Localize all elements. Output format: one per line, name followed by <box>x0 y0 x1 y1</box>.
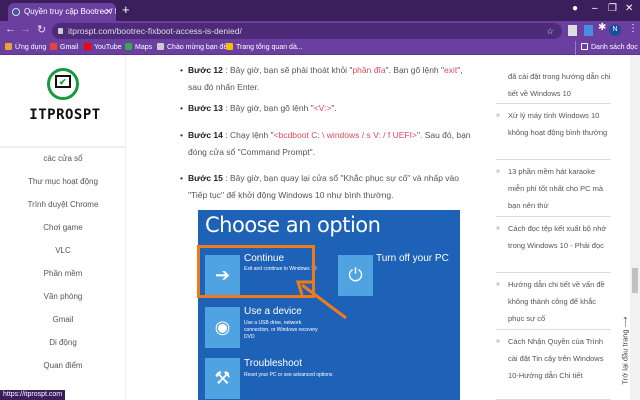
step-text: : Bây giờ, bạn quay lại cửa sổ "Khắc phụ… <box>188 173 459 200</box>
nav-item[interactable]: Di động <box>0 338 126 347</box>
translate-extension-icon[interactable] <box>584 25 593 36</box>
nav-item[interactable]: Gmail <box>0 315 126 324</box>
bookmark-star-icon[interactable]: ☆ <box>546 23 554 39</box>
step-label: Bước 13 <box>188 103 223 113</box>
chevron-right-icon: » <box>496 112 500 119</box>
profile-menu-icon[interactable]: ● <box>572 3 578 14</box>
step-item: Bước 14 : Chạy lệnh "<bcdboot C: \ windo… <box>180 127 473 161</box>
lock-icon <box>58 28 63 34</box>
minimize-button[interactable]: – <box>592 3 598 14</box>
arrow-up-icon: ⟶ <box>620 316 630 328</box>
choose-option-image: Choose an option ➔ Continue Exit and con… <box>198 210 460 400</box>
nav-item[interactable]: VLC <box>0 246 126 255</box>
step-text: ". Bạn gõ lệnh " <box>385 65 445 75</box>
bookmark-maps[interactable]: Maps <box>125 41 152 55</box>
chevron-right-icon: » <box>496 338 500 345</box>
related-article-link[interactable]: đã cài đặt trong hướng dẫn chi tiết về W… <box>496 55 611 104</box>
avatar[interactable]: N <box>609 24 621 36</box>
step-label: Bước 12 <box>188 65 223 75</box>
menu-icon[interactable]: ⋮ <box>628 23 638 34</box>
orange-arrow-icon <box>295 280 347 320</box>
nav-item[interactable]: Thư mục hoạt động <box>0 177 126 186</box>
command-text: exit <box>444 65 458 75</box>
extension-icon[interactable] <box>568 25 577 36</box>
nav-item[interactable]: Phần mềm <box>0 269 126 278</box>
puzzle-extensions-icon[interactable]: ✱ <box>598 22 606 33</box>
bookmark-dashboard[interactable]: Trang tổng quan dà... <box>226 41 303 55</box>
back-to-top-link[interactable]: Trở lại đầu trang ⟶ <box>621 315 630 385</box>
new-tab-button[interactable]: + <box>122 2 130 17</box>
chevron-right-icon: » <box>496 281 500 288</box>
reload-icon[interactable]: ↻ <box>37 23 46 36</box>
reading-list-icon <box>581 43 588 50</box>
scrollbar[interactable] <box>630 55 640 400</box>
nav-item[interactable]: Văn phòng <box>0 292 126 301</box>
scrollbar-thumb[interactable] <box>632 268 638 293</box>
nav-item[interactable]: Trình duyệt Chrome <box>0 200 126 209</box>
reading-list-button[interactable]: Danh sách đọc <box>575 41 638 55</box>
back-icon[interactable]: ← <box>5 23 16 35</box>
related-article-link[interactable]: » Xử lý máy tính Windows 10 không hoạt độ… <box>496 107 611 160</box>
chevron-right-icon: » <box>496 225 500 232</box>
step-label: Bước 15 <box>188 173 223 183</box>
related-article-link[interactable]: » Cách Nhận Quyền của Trình cài đặt Tin c… <box>496 333 611 400</box>
bookmark-apps[interactable]: Ứng dụng <box>5 41 46 55</box>
maps-icon <box>125 43 132 50</box>
apps-icon <box>5 43 12 50</box>
page-icon <box>157 43 164 50</box>
step-item: Bước 13 : Bây giờ, bạn gõ lệnh "<V:>". <box>180 100 473 117</box>
close-window-button[interactable]: ✕ <box>625 3 633 14</box>
command-text: <bcdboot C: \ windows / s V: / f UEFI> <box>273 130 417 140</box>
step-item: Bước 12 : Bây giờ, bạn sẽ phải thoát khỏ… <box>180 62 473 96</box>
step-text: : Bây giờ, bạn sẽ phải thoát khỏi " <box>222 65 353 75</box>
divider <box>0 146 126 148</box>
bookmark-gmail[interactable]: Gmail <box>50 41 78 55</box>
command-text: <V:> <box>313 103 332 113</box>
step-text: : Chạy lệnh " <box>222 130 274 140</box>
logo-text[interactable]: ITPROSPT <box>22 107 108 123</box>
bookmark-youtube[interactable]: YouTube <box>84 41 122 55</box>
step-item: Bước 15 : Bây giờ, bạn quay lại cửa sổ "… <box>180 170 473 204</box>
related-article-link[interactable]: » Cách đọc tệp kết xuất bộ nhớ trong Wind… <box>496 220 611 273</box>
related-article-link[interactable]: » Hướng dẫn chi tiết về vấn đề không thàn… <box>496 276 611 330</box>
step-label: Bước 14 <box>188 130 223 140</box>
address-bar[interactable]: itprospt.com/bootrec-fixboot-access-is-d… <box>52 23 562 39</box>
check-icon: ✔ <box>59 77 67 87</box>
gmail-icon <box>50 43 57 50</box>
dashboard-icon <box>226 43 233 50</box>
nav-item[interactable]: Quan điểm <box>0 361 126 370</box>
close-tab-icon[interactable]: ✕ <box>105 3 112 21</box>
forward-icon[interactable]: → <box>20 23 31 35</box>
step-text: : Bây giờ, bạn gõ lệnh " <box>222 103 314 113</box>
youtube-icon <box>84 43 91 50</box>
browser-tab[interactable]: Quyền truy cập Bootrec / fixboot✕ <box>8 3 116 21</box>
command-text: phần đĩa <box>352 65 386 75</box>
status-bar-url: https://itprospt.com <box>0 390 66 400</box>
url-text: itprospt.com/bootrec-fixboot-access-is-d… <box>68 26 242 36</box>
maximize-button[interactable]: ❐ <box>608 3 617 14</box>
nav-item[interactable]: Chơi game <box>0 223 126 232</box>
nav-item[interactable]: các cửa sổ <box>0 154 126 163</box>
favicon-icon <box>12 8 20 16</box>
step-text: ". <box>331 103 337 113</box>
chevron-right-icon: » <box>496 168 500 175</box>
related-article-link[interactable]: » 13 phần mềm hát karaoke miễn phí tốt nh… <box>496 163 611 217</box>
bookmark-welcome[interactable]: Chào mừng bạn đế... <box>157 41 233 55</box>
highlight-box <box>197 245 315 298</box>
tab-title: Quyền truy cập Bootrec / fixboot <box>24 7 116 16</box>
